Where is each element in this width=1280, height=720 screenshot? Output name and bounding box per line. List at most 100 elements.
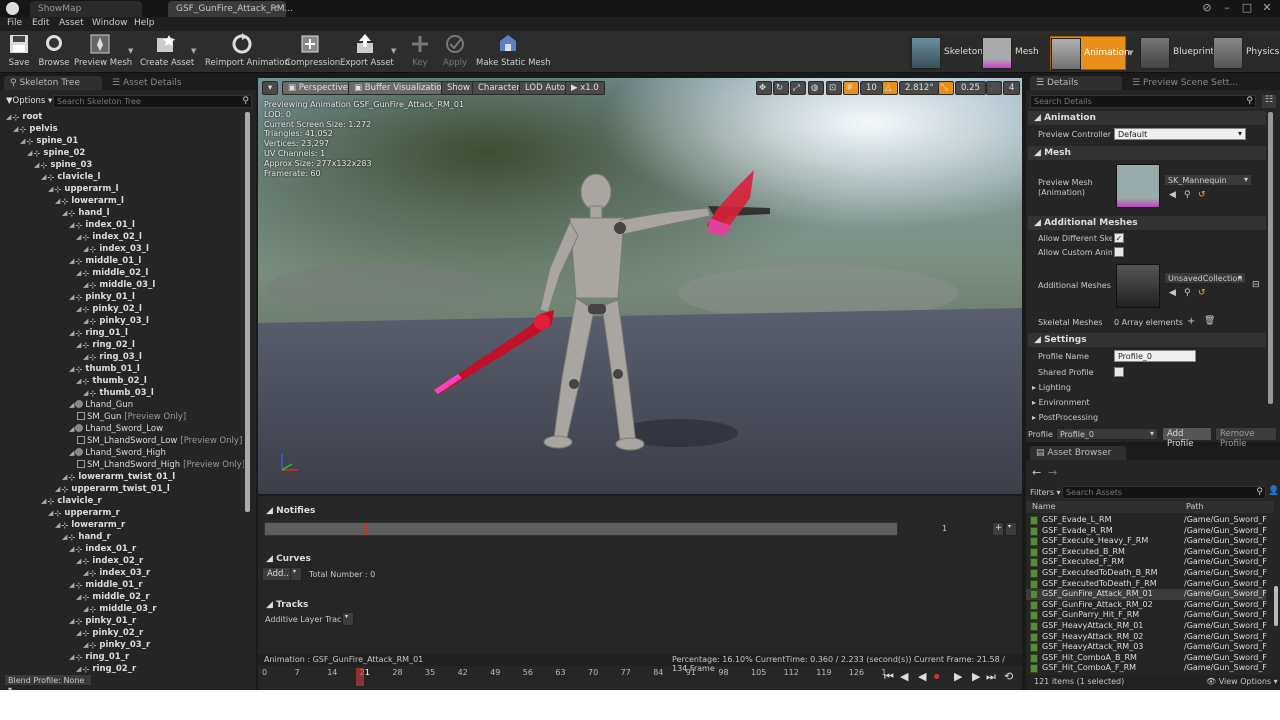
apply-button[interactable]: Apply [440, 33, 470, 73]
save-button[interactable]: Save [5, 33, 33, 73]
back-icon[interactable]: ← [1032, 466, 1041, 479]
environment-group[interactable]: ▸ Environment [1032, 398, 1090, 407]
collection-thumbnail[interactable] [1116, 264, 1160, 308]
export-asset-button[interactable]: Export Asset [340, 33, 394, 73]
reimport-animation-button[interactable]: Reimport Animation [205, 33, 290, 73]
asset-search-field[interactable] [1063, 487, 1243, 498]
bone-row[interactable]: ◢ Lhand_Sword_Low [69, 424, 163, 436]
bone-row[interactable]: ◢⊹ clavicle_r [41, 496, 102, 508]
bone-row[interactable]: ◢⊹ ring_01_l [69, 328, 128, 340]
expand-arrow-icon[interactable]: ◢ [76, 557, 81, 565]
notify-track[interactable] [264, 522, 898, 536]
mode-animation[interactable]: Animation [1050, 36, 1130, 70]
asset-row[interactable]: GSF_Executed_B_RM/Game/Gun_Sword_F [1026, 547, 1267, 558]
expand-arrow-icon[interactable]: ◢ [41, 173, 46, 181]
rotation-snap-value[interactable]: 2.812° [899, 81, 940, 95]
expand-arrow-icon[interactable]: ◢ [69, 545, 74, 553]
preview-viewport[interactable]: ▾ ▣ Perspective ▣ Buffer Visualization S… [258, 78, 1022, 494]
loop-icon[interactable]: ⟲ [1004, 670, 1013, 683]
tracks-header[interactable]: ◢ Tracks [260, 598, 560, 612]
bone-row[interactable]: ◢⊹ pelvis [13, 124, 58, 136]
details-scrollbar[interactable] [1268, 112, 1273, 404]
bone-row[interactable]: ◢⊹ upperarm_twist_01_l [55, 484, 170, 496]
step-forward-icon[interactable]: ▶ [972, 670, 980, 683]
asset-row[interactable]: GSF_Execute_Heavy_F_RM/Game/Gun_Sword_F [1026, 536, 1267, 547]
mode-blueprint[interactable]: Blueprint [1140, 36, 1214, 70]
compression-button[interactable]: Compression [285, 33, 340, 73]
camera-speed-value[interactable]: 4 [1003, 81, 1021, 95]
bone-row[interactable]: ◢⊹ middle_02_l [76, 268, 148, 280]
grid-snap-icon[interactable]: # [843, 81, 859, 95]
expand-arrow-icon[interactable]: ◢ [41, 497, 46, 505]
bone-row[interactable]: ◢⊹ index_02_r [76, 556, 143, 568]
details-search-input[interactable]: ⚲ [1030, 95, 1256, 108]
menu-help[interactable]: Help [134, 18, 155, 28]
bone-row[interactable]: ◢⊹ lowerarm_r [55, 520, 125, 532]
tab-asset-browser[interactable]: ▤ Asset Browser [1030, 446, 1126, 460]
additive-dropdown[interactable]: ▾ [342, 612, 354, 626]
asset-row[interactable]: GSF_Executed_F_RM/Game/Gun_Sword_F [1026, 557, 1267, 568]
expand-arrow-icon[interactable]: ◢ [83, 245, 88, 253]
expand-arrow-icon[interactable]: ◢ [83, 317, 88, 325]
bone-row[interactable]: ◢⊹ ring_01_r [69, 652, 129, 664]
mode-skeleton[interactable]: Skeleton [911, 36, 983, 70]
additional-meshes-header[interactable]: ◢ Additional Meshes [1028, 216, 1266, 230]
surface-snap-icon[interactable]: ⊡ [826, 81, 842, 95]
expand-arrow-icon[interactable]: ◢ [55, 485, 60, 493]
expand-arrow-icon[interactable]: ◢ [69, 257, 74, 265]
expand-arrow-icon[interactable]: ◢ [83, 281, 88, 289]
user-icon[interactable]: 👤 [1268, 486, 1279, 496]
filters-button[interactable]: Filters ▾ [1030, 488, 1061, 497]
expand-arrow-icon[interactable]: ◢ [6, 113, 11, 121]
expand-arrow-icon[interactable]: ◢ [20, 137, 25, 145]
step-back-icon[interactable]: ◀ [900, 670, 908, 683]
bone-row[interactable]: ◢ Lhand_Gun [69, 400, 133, 412]
expand-arrow-icon[interactable]: ◢ [69, 401, 74, 409]
asset-row[interactable]: GSF_HeavyAttack_RM_02/Game/Gun_Sword_F [1026, 632, 1267, 643]
asset-row[interactable]: GSF_GunFire_Attack_RM_01/Game/Gun_Sword_… [1026, 589, 1267, 600]
postprocessing-group[interactable]: ▸ PostProcessing [1032, 413, 1098, 422]
column-path[interactable]: Path [1186, 502, 1204, 511]
scrub-playhead[interactable] [356, 668, 364, 686]
bone-row[interactable]: ◢ Lhand_Sword_High [69, 448, 166, 460]
camera-speed-icon[interactable]: 🎥 [986, 81, 1002, 95]
expand-arrow-icon[interactable]: ◢ [76, 593, 81, 601]
use-selected-icon[interactable]: ◀ [1169, 288, 1176, 298]
blend-profile-combo[interactable]: Blend Profile: None ▾ [4, 674, 92, 694]
asset-row[interactable]: GSF_GunParry_Hit_F_RM/Game/Gun_Sword_F [1026, 610, 1267, 621]
bone-row[interactable]: ◢⊹ index_03_r [83, 568, 150, 580]
bone-row[interactable]: ◢⊹ hand_r [62, 532, 111, 544]
tab-skeleton-tree[interactable]: ⚲ Skeleton Tree [4, 76, 102, 90]
perspective-button[interactable]: ▣ Perspective [282, 81, 354, 95]
bone-row[interactable]: ◢⊹ pinky_02_l [76, 304, 142, 316]
allow-custom-checkbox[interactable] [1114, 247, 1124, 257]
skeleton-search-field[interactable] [54, 96, 234, 107]
asset-row[interactable]: GSF_GunFire_Attack_RM_02/Game/Gun_Sword_… [1026, 600, 1267, 611]
bone-row[interactable]: ◢⊹ clavicle_l [41, 172, 100, 184]
key-button[interactable]: Key [405, 33, 435, 73]
translate-icon[interactable]: ✥ [756, 81, 772, 95]
expand-arrow-icon[interactable]: ◢ [83, 569, 88, 577]
asset-row[interactable]: GSF_ExecutedToDeath_B_RM/Game/Gun_Sword_… [1026, 568, 1267, 579]
lod-button[interactable]: LOD Auto [519, 81, 572, 95]
allow-different-checkbox[interactable]: ✓ [1114, 233, 1124, 243]
mesh-thumbnail[interactable] [1116, 164, 1160, 208]
expand-arrow-icon[interactable]: ◢ [83, 641, 88, 649]
create-asset-dropdown-icon[interactable]: ▼ [191, 47, 196, 55]
play-reverse-icon[interactable]: ◀ [918, 670, 926, 683]
expand-arrow-icon[interactable]: ◢ [69, 221, 74, 229]
browse-icon[interactable]: ⚲ [1184, 288, 1191, 298]
expand-arrow-icon[interactable]: ◢ [76, 269, 81, 277]
expand-arrow-icon[interactable]: ◢ [83, 389, 88, 397]
bone-row[interactable]: ◢⊹ hand_l [62, 208, 109, 220]
expand-arrow-icon[interactable]: ◢ [48, 185, 53, 193]
bone-row[interactable]: ◢⊹ lowerarm_l [55, 196, 124, 208]
mode-physics[interactable]: Physics [1213, 36, 1280, 70]
reset-icon[interactable]: ↺ [1198, 288, 1206, 298]
additional-meshes-combo[interactable]: UnsavedCollection ▾ [1164, 272, 1246, 284]
expand-arrow-icon[interactable]: ◢ [69, 449, 74, 457]
asset-row[interactable]: GSF_HeavyAttack_RM_01/Game/Gun_Sword_F [1026, 621, 1267, 632]
bone-row[interactable]: ◢⊹ ring_03_l [83, 352, 142, 364]
notification-icon[interactable]: ⊘ [1196, 0, 1218, 16]
bone-row[interactable]: ◢⊹ middle_03_l [83, 280, 155, 292]
